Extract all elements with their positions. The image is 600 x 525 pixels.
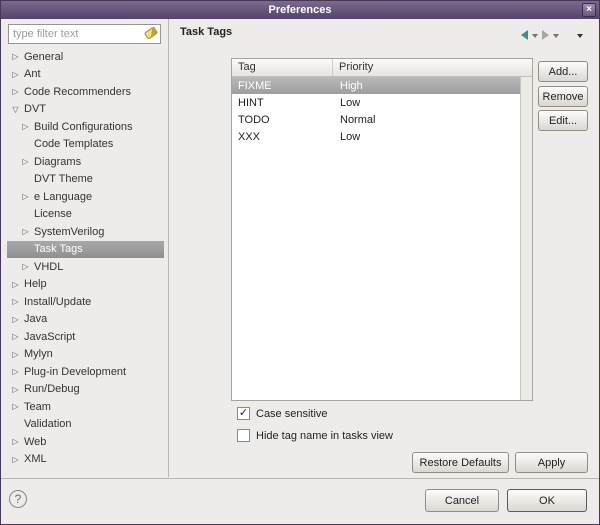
help-icon: ?	[14, 492, 22, 506]
table-row[interactable]: TODO Normal	[232, 111, 532, 128]
ok-button[interactable]: OK	[507, 489, 587, 512]
restore-defaults-button[interactable]: Restore Defaults	[412, 452, 509, 473]
remove-button[interactable]: Remove	[538, 86, 588, 107]
twistie-collapsed-icon[interactable]	[19, 262, 32, 271]
twistie-collapsed-icon[interactable]	[9, 350, 22, 359]
page-title: Task Tags	[180, 26, 233, 38]
column-header-priority[interactable]: Priority	[333, 59, 532, 76]
case-sensitive-label: Case sensitive	[256, 407, 328, 420]
twistie-collapsed-icon[interactable]	[9, 332, 22, 341]
table-scrollbar[interactable]	[520, 77, 532, 400]
forward-menu-icon[interactable]	[553, 33, 559, 38]
sidebar-item-ant[interactable]: Ant	[7, 66, 164, 84]
task-tags-table: Tag Priority FIXME High HINT Low TODO No…	[231, 58, 533, 401]
sidebar-item-task-tags[interactable]: Task Tags	[7, 240, 164, 258]
sidebar-item-mylyn[interactable]: Mylyn	[7, 346, 164, 364]
table-row[interactable]: HINT Low	[232, 94, 532, 111]
column-header-tag[interactable]: Tag	[232, 59, 333, 76]
add-button[interactable]: Add...	[538, 61, 588, 82]
sidebar-item-xml[interactable]: XML	[7, 451, 164, 469]
cell-priority: Normal	[340, 113, 376, 126]
cell-priority: High	[340, 79, 363, 92]
sidebar-item-code-recommenders[interactable]: Code Recommenders	[7, 83, 164, 101]
twistie-collapsed-icon[interactable]	[19, 157, 32, 166]
case-sensitive-checkbox[interactable]: ✓	[237, 407, 250, 420]
sidebar-item-help[interactable]: Help	[7, 276, 164, 294]
sidebar-item-javascript[interactable]: JavaScript	[7, 328, 164, 346]
cell-priority: Low	[340, 130, 361, 143]
sidebar-item-build-configurations[interactable]: Build Configurations	[7, 118, 164, 136]
cell-tag: HINT	[238, 96, 264, 109]
history-nav	[521, 30, 583, 40]
sidebar-item-install-update[interactable]: Install/Update	[7, 293, 164, 311]
table-row[interactable]: XXX Low	[232, 128, 532, 145]
back-icon[interactable]	[521, 30, 528, 40]
sidebar-item-team[interactable]: Team	[7, 398, 164, 416]
sidebar-item-dvt[interactable]: DVT	[7, 101, 164, 119]
sidebar-item-general[interactable]: General	[7, 48, 164, 66]
twistie-collapsed-icon[interactable]	[9, 402, 22, 411]
edit-button[interactable]: Edit...	[538, 110, 588, 131]
sidebar-item-run-debug[interactable]: Run/Debug	[7, 381, 164, 399]
sidebar-item-diagrams[interactable]: Diagrams	[7, 153, 164, 171]
twistie-collapsed-icon[interactable]	[9, 52, 22, 61]
sidebar-item-code-templates[interactable]: Code Templates	[7, 136, 164, 154]
twistie-collapsed-icon[interactable]	[9, 280, 22, 289]
twistie-collapsed-icon[interactable]	[9, 385, 22, 394]
twistie-collapsed-icon[interactable]	[9, 367, 22, 376]
title-bar[interactable]: Preferences ×	[1, 1, 599, 19]
twistie-collapsed-icon[interactable]	[9, 87, 22, 96]
sidebar-divider	[168, 19, 169, 477]
filter-input[interactable]	[8, 24, 161, 44]
sidebar-item-plugin-development[interactable]: Plug-in Development	[7, 363, 164, 381]
twistie-collapsed-icon[interactable]	[19, 227, 32, 236]
twistie-collapsed-icon[interactable]	[9, 437, 22, 446]
sidebar-item-vhdl[interactable]: VHDL	[7, 258, 164, 276]
hide-tag-name-checkbox[interactable]	[237, 429, 250, 442]
back-menu-icon[interactable]	[532, 33, 538, 38]
sidebar-item-dvt-theme[interactable]: DVT Theme	[7, 171, 164, 189]
preferences-tree: General Ant Code Recommenders DVT Build …	[7, 48, 164, 476]
hide-tag-name-label: Hide tag name in tasks view	[256, 429, 393, 442]
cell-tag: FIXME	[238, 79, 272, 92]
sidebar-item-e-language[interactable]: e Language	[7, 188, 164, 206]
cell-tag: XXX	[238, 130, 261, 143]
twistie-collapsed-icon[interactable]	[9, 455, 22, 464]
case-sensitive-row: ✓ Case sensitive	[237, 407, 328, 420]
check-icon: ✓	[238, 407, 249, 419]
twistie-collapsed-icon[interactable]	[9, 297, 22, 306]
sidebar-item-validation[interactable]: Validation	[7, 416, 164, 434]
twistie-collapsed-icon[interactable]	[19, 192, 32, 201]
sidebar-item-web[interactable]: Web	[7, 433, 164, 451]
close-icon[interactable]: ×	[582, 3, 596, 17]
cell-tag: TODO	[238, 113, 270, 126]
window-title: Preferences	[268, 4, 332, 16]
help-button[interactable]: ?	[9, 490, 27, 508]
preferences-dialog: Preferences × General Ant Code Recommend…	[0, 0, 600, 525]
sidebar-item-systemverilog[interactable]: SystemVerilog	[7, 223, 164, 241]
apply-button[interactable]: Apply	[515, 452, 588, 473]
twistie-collapsed-icon[interactable]	[19, 122, 32, 131]
table-row[interactable]: FIXME High	[232, 77, 532, 94]
sidebar-item-java[interactable]: Java	[7, 311, 164, 329]
twistie-collapsed-icon[interactable]	[9, 315, 22, 324]
twistie-expanded-icon[interactable]	[9, 105, 22, 114]
sidebar-item-license[interactable]: License	[7, 206, 164, 224]
forward-icon[interactable]	[542, 30, 549, 40]
table-header: Tag Priority	[232, 59, 532, 77]
hide-tag-name-row: Hide tag name in tasks view	[237, 429, 393, 442]
filter-box	[8, 24, 161, 44]
cell-priority: Low	[340, 96, 361, 109]
cancel-button[interactable]: Cancel	[425, 489, 499, 512]
footer-divider	[1, 478, 599, 479]
view-menu-icon[interactable]	[577, 33, 583, 38]
twistie-collapsed-icon[interactable]	[9, 70, 22, 79]
